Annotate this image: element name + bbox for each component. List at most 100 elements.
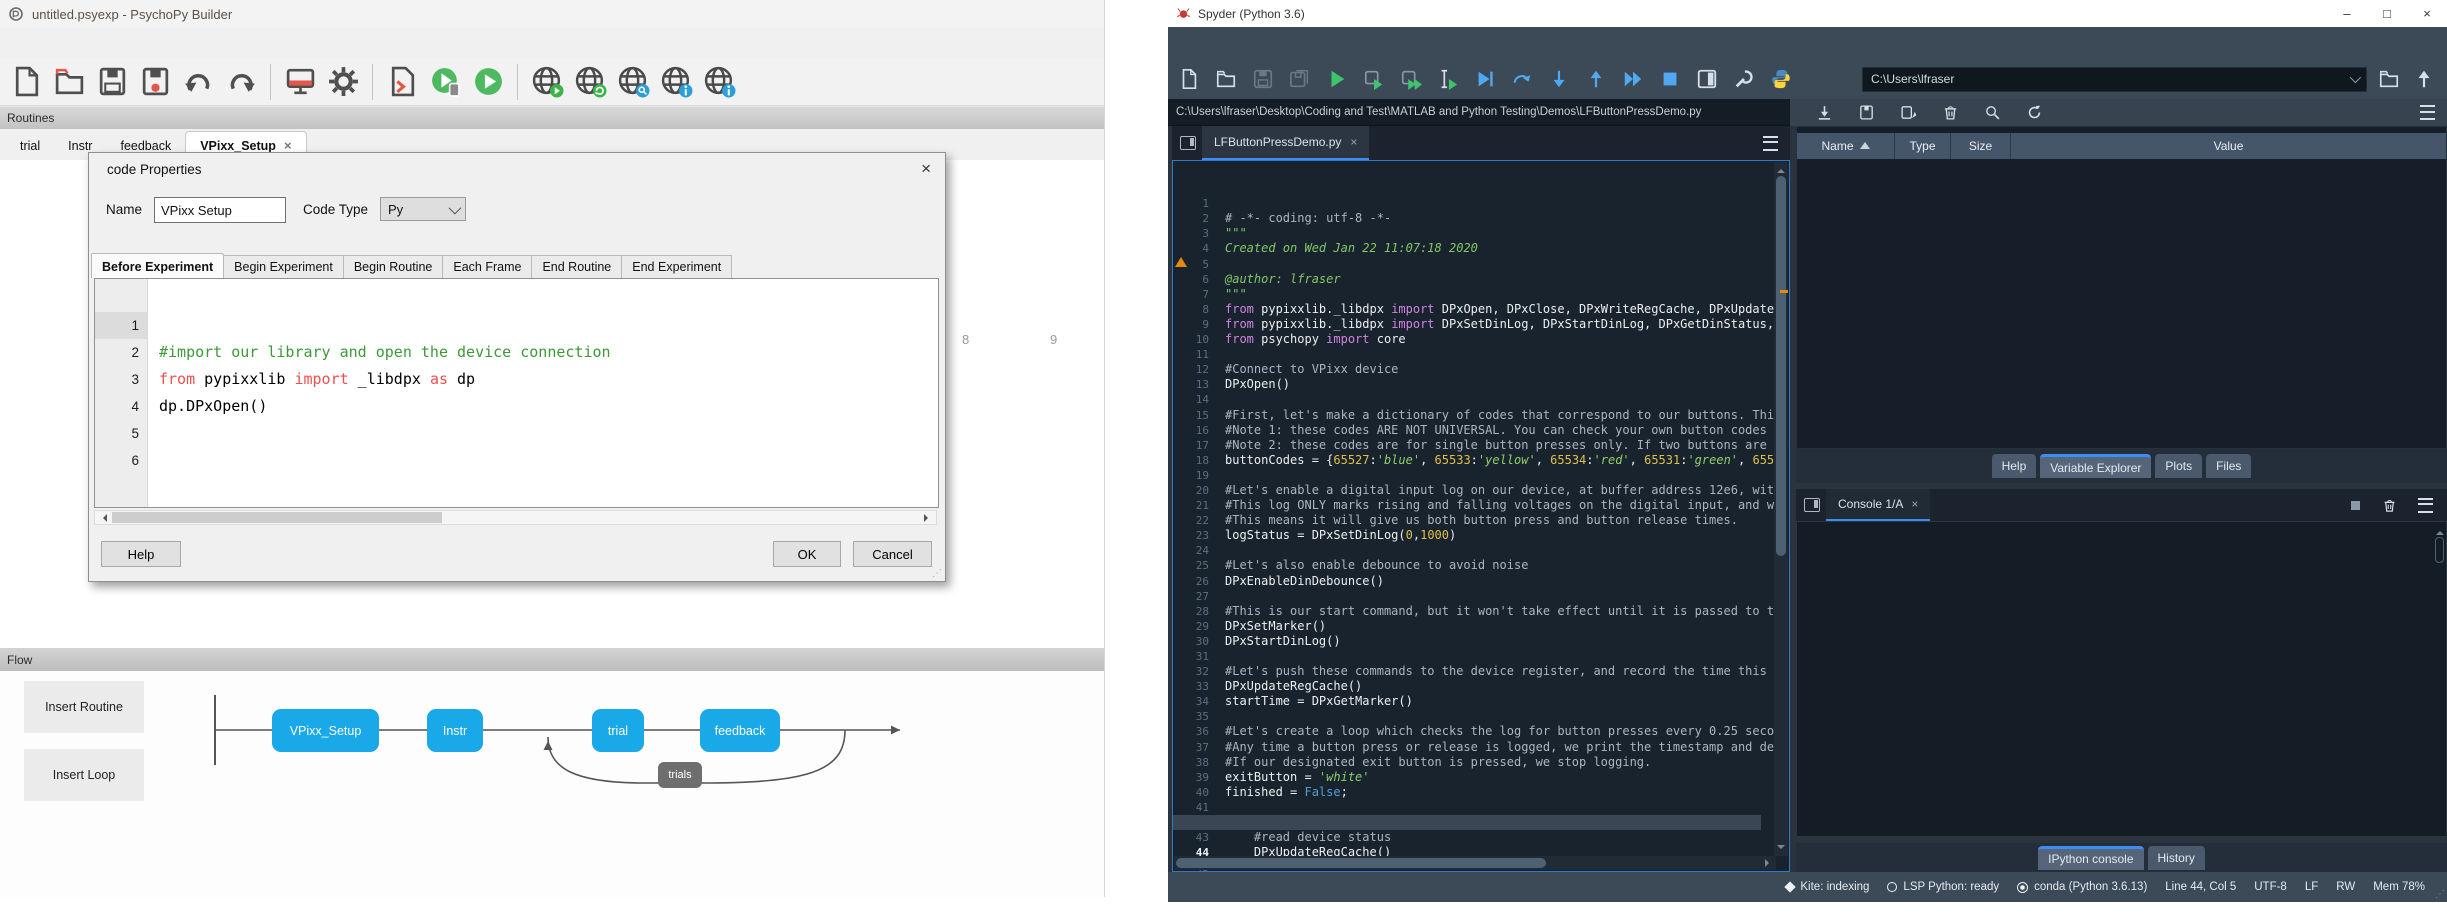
resize-grip[interactable]: ⋰ [2435,889,2445,900]
editor-vscrollbar[interactable] [1774,162,1788,856]
hscrollbar-thumb[interactable] [112,512,442,523]
routine-tab[interactable]: trial [6,133,54,160]
save-data-icon[interactable] [1856,103,1876,123]
scroll-right-icon[interactable] [1765,859,1773,867]
new-file-icon[interactable] [8,64,44,100]
table-column-header[interactable]: Type [1895,133,1951,159]
close-button[interactable]: × [2407,0,2447,27]
debug-file-icon[interactable] [1472,66,1498,92]
settings-gear-icon[interactable] [325,64,361,100]
open-script-icon[interactable] [1213,66,1239,92]
pane-tab[interactable]: Plots [2155,454,2202,478]
save-data-as-icon[interactable] [1898,103,1918,123]
undo-icon[interactable] [180,64,216,100]
flow-routine-node[interactable]: trial [592,709,644,752]
console-tab[interactable]: Console 1/A × [1826,489,1930,521]
step-over-icon[interactable] [1509,66,1535,92]
hscrollbar-thumb[interactable] [1176,858,1546,868]
globe-info2-icon[interactable] [701,64,737,100]
table-column-header[interactable]: Size [1951,133,2011,159]
browse-tabs-icon[interactable] [1180,136,1196,150]
run-selection-icon[interactable] [1435,66,1461,92]
parent-directory-icon[interactable] [2411,66,2437,92]
globe-search-icon[interactable] [615,64,651,100]
step-into-icon[interactable] [1546,66,1572,92]
run-cell-icon[interactable] [1361,66,1387,92]
phase-tab[interactable]: Begin Experiment [223,255,344,278]
dialog-close-icon[interactable]: × [921,159,931,179]
phase-tab[interactable]: End Routine [531,255,622,278]
globe-sync-icon[interactable] [572,64,608,100]
maximize-pane-icon[interactable] [1694,66,1720,92]
working-directory-input[interactable]: C:\Users\lfraser [1862,67,2367,92]
vscrollbar-thumb[interactable] [1776,176,1786,556]
loop-badge[interactable]: trials [658,762,702,788]
scroll-up-icon[interactable] [2436,527,2444,535]
close-console-icon[interactable] [2380,496,2398,514]
step-return-icon[interactable] [1583,66,1609,92]
phase-tab[interactable]: Before Experiment [91,253,224,278]
scroll-up-icon[interactable] [1777,165,1785,173]
close-tab-icon[interactable]: × [1911,497,1918,511]
phase-tab[interactable]: Each Frame [442,255,532,278]
table-column-header[interactable]: Name [1797,133,1895,159]
ok-button[interactable]: OK [773,541,841,567]
options-menu-icon[interactable] [2420,105,2435,120]
pane-tab[interactable]: Files [2206,454,2251,478]
redo-icon[interactable] [223,64,259,100]
dialog-editor-hscrollbar[interactable] [94,510,937,525]
refresh-variables-icon[interactable] [2024,103,2044,123]
flow-routine-node[interactable]: VPixx_Setup [272,709,379,752]
monitor-settings-icon[interactable] [282,64,318,100]
dialog-code-editor[interactable]: 1 #import our library and open the devic… [94,278,939,508]
save-script-icon[interactable] [1250,66,1276,92]
scroll-left-icon[interactable] [99,514,107,522]
close-tab-icon[interactable]: × [1350,135,1357,149]
save-as-icon[interactable] [137,64,173,100]
cancel-button[interactable]: Cancel [853,541,932,567]
globe-run-icon[interactable] [529,64,565,100]
globe-info-icon[interactable] [658,64,694,100]
flow-routine-node[interactable]: Instr [427,709,483,752]
stop-debug-icon[interactable] [1657,66,1683,92]
run-experiment-icon[interactable] [470,64,506,100]
editor-options-icon[interactable] [1763,136,1778,151]
save-icon[interactable] [94,64,130,100]
run-file-icon[interactable] [1324,66,1350,92]
run-cell-advance-icon[interactable] [1398,66,1424,92]
editor-tab[interactable]: LFButtonPressDemo.py × [1202,126,1369,160]
flow-routine-node[interactable]: feedback [700,709,780,752]
code-editor[interactable]: 1 # -*- coding: utf-8 -*- 2 """ 3 Create… [1172,160,1790,872]
bottom-tab[interactable]: IPython console [2038,846,2143,870]
run-debug-icon[interactable] [427,64,463,100]
phase-tab[interactable]: End Experiment [621,255,732,278]
console-options-icon[interactable] [2418,498,2433,513]
scroll-down-icon[interactable] [1777,845,1785,853]
close-tab-icon[interactable]: × [284,138,292,153]
name-input[interactable] [154,197,286,223]
python-env-icon[interactable] [1768,66,1794,92]
pane-tab[interactable]: Help [1992,454,2037,478]
console-output[interactable] [1796,521,2447,837]
help-button[interactable]: Help [101,541,181,567]
open-file-icon[interactable] [51,64,87,100]
tools-wrench-icon[interactable] [1731,66,1757,92]
interrupt-kernel-icon[interactable] [2351,501,2360,510]
console-vscrollbar[interactable] [2433,524,2444,574]
bottom-tab[interactable]: History [2148,846,2205,870]
browse-tabs-icon[interactable] [1804,498,1820,512]
pane-tab[interactable]: Variable Explorer [2040,454,2151,478]
browse-directory-icon[interactable] [2376,66,2402,92]
dialog-resize-grip[interactable]: ⋰ [932,568,942,579]
table-column-header[interactable]: Value [2011,133,2446,159]
compile-script-icon[interactable] [384,64,420,100]
code-type-select[interactable]: Py [380,197,466,221]
new-script-icon[interactable] [1176,66,1202,92]
phase-tab[interactable]: Begin Routine [343,255,444,278]
vscrollbar-thumb[interactable] [2435,537,2444,563]
editor-hscrollbar[interactable] [1174,856,1776,870]
maximize-button[interactable]: □ [2367,0,2407,27]
continue-execution-icon[interactable] [1620,66,1646,92]
minimize-button[interactable]: – [2327,0,2367,27]
search-variable-icon[interactable] [1982,103,2002,123]
